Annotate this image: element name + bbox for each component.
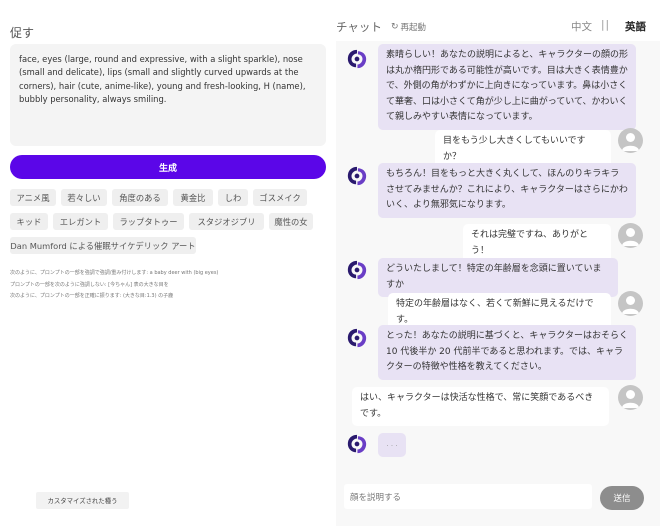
help-text: 次のように、プロンプトの一部を強調で強調/重み付けします: a baby dee… <box>10 268 218 303</box>
lang-chinese-option[interactable]: 中文 <box>571 19 592 34</box>
send-button[interactable]: 送信 <box>600 486 644 510</box>
help-line: 次のように、プロンプトの一部を強調で強調/重み付けします: a baby dee… <box>10 270 219 276</box>
lang-english-option[interactable]: 英語 <box>625 19 646 34</box>
help-line: プロンプトの一部を次のように強調しない: [今ちゃん] 表の大きな目を <box>10 281 169 288</box>
bot-message: どういたしまして！特定の年齢層を念頭に置いていますか <box>378 258 618 297</box>
tag-studio-ghibli[interactable]: スタジオジブリ <box>189 213 264 230</box>
chat-messages[interactable]: 素晴らしい！あなたの説明によると、キャラクターの顔の形は丸か楕円形である可能性が… <box>336 41 660 526</box>
chat-title: チャット <box>336 20 382 34</box>
message-input[interactable]: 顔を説明する <box>344 484 592 509</box>
prompt-panel: 促す face, eyes (large, round and expressi… <box>0 0 336 526</box>
tag-wrap-tattoo[interactable]: ラップタトゥー <box>113 213 184 230</box>
bot-logo-icon <box>347 49 367 69</box>
restart-button[interactable]: ↻ 再起動 <box>391 21 426 33</box>
tag-kid[interactable]: キッド <box>10 213 48 230</box>
user-avatar-icon <box>618 223 643 248</box>
bot-message: 素晴らしい！あなたの説明によると、キャラクターの顔の形は丸か楕円形である可能性が… <box>378 44 636 130</box>
tag-anime[interactable]: アニメ風 <box>10 189 56 206</box>
tag-golden-ratio[interactable]: 黄金比 <box>173 189 213 206</box>
customize-button[interactable]: カスタマイズされた種う <box>36 492 129 509</box>
bot-message: とった！あなたの説明に基づくと、キャラクターはおそらく10 代後半か 20 代前… <box>378 325 636 380</box>
typing-indicator: . . . <box>378 433 406 457</box>
tag-wrinkles[interactable]: しわ <box>218 189 248 206</box>
bot-logo-icon <box>347 166 367 186</box>
tag-femme-fatale[interactable]: 魔性の女 <box>269 213 313 230</box>
generate-button[interactable]: 生成 <box>10 155 326 179</box>
prompt-textarea[interactable]: face, eyes (large, round and expressive,… <box>10 44 326 146</box>
help-line: 次のように、プロンプトの一部を正確に振ります: (大きな目:1.3) の子鹿 <box>10 293 174 299</box>
bot-message: もちろん！目をもっと大きく丸くして、ほんのりキラキラさせてみませんか？これにより… <box>378 163 636 218</box>
bot-logo-icon <box>347 260 367 280</box>
tag-dan-mumford[interactable]: Dan Mumford による催眠サイケデリック アート <box>10 237 196 254</box>
bot-logo-icon <box>347 434 367 454</box>
tag-angular[interactable]: 角度のある <box>112 189 168 206</box>
tag-youthful[interactable]: 若々しい <box>61 189 107 206</box>
bot-logo-icon <box>347 328 367 348</box>
user-avatar-icon <box>618 128 643 153</box>
restart-icon: ↻ <box>391 22 399 32</box>
tag-goth-makeup[interactable]: ゴスメイク <box>253 189 307 206</box>
user-avatar-icon <box>618 385 643 410</box>
prompt-title: 促す <box>10 26 35 40</box>
user-avatar-icon <box>618 291 643 316</box>
chat-panel: チャット ↻ 再起動 中文 || 英語 素晴らしい！あなたの説明によると、キャラ… <box>336 0 660 526</box>
tag-elegant[interactable]: エレガント <box>53 213 108 230</box>
restart-label: 再起動 <box>400 23 427 33</box>
user-message: はい、キャラクターは快活な性格で、常に笑顔であるべきです。 <box>352 387 609 426</box>
lang-separator: || <box>601 19 611 31</box>
